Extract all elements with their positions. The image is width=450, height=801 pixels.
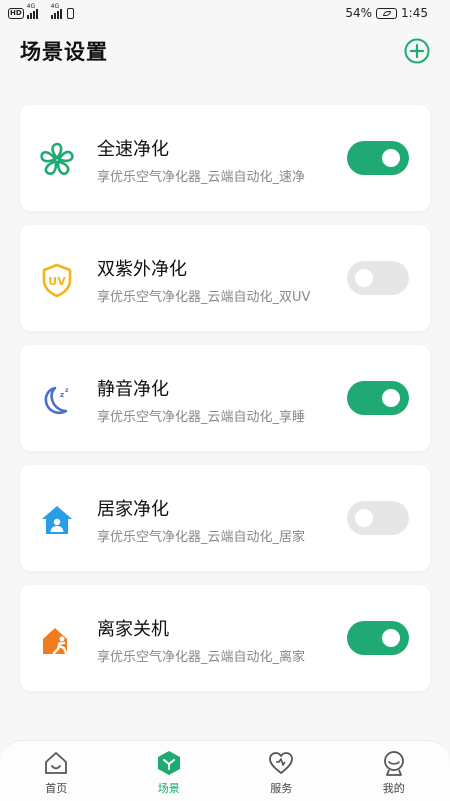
nav-item-scene[interactable]: 场景: [113, 741, 226, 801]
vibrate-icon: [67, 8, 74, 19]
svg-text:UV: UV: [48, 275, 66, 288]
nav-label: 首页: [45, 780, 67, 796]
toggle-knob: [382, 389, 400, 407]
scene-card[interactable]: z z 静音净化 享优乐空气净化器_云端自动化_享睡: [20, 345, 430, 451]
leave-home-icon: [38, 621, 76, 659]
scene-card[interactable]: 离家关机 享优乐空气净化器_云端自动化_离家: [20, 585, 430, 691]
nav-item-home[interactable]: 首页: [0, 741, 113, 801]
battery-icon: [376, 8, 397, 19]
nav-item-service[interactable]: 服务: [225, 741, 338, 801]
scene-title: 双紫外净化: [97, 255, 187, 281]
add-icon[interactable]: [404, 38, 430, 64]
heart-icon: [267, 749, 295, 777]
battery-percent: 54%: [345, 6, 372, 20]
signal-icon: 4G: [27, 7, 38, 19]
nav-label: 我的: [383, 780, 405, 796]
scene-subtitle: 享优乐空气净化器_云端自动化_双UV: [97, 286, 310, 305]
page-title: 场景设置: [20, 36, 108, 66]
moon-sleep-icon: z z: [38, 381, 76, 419]
scene-subtitle: 享优乐空气净化器_云端自动化_速净: [97, 166, 305, 185]
scene-subtitle: 享优乐空气净化器_云端自动化_离家: [97, 646, 305, 665]
home-person-icon: [38, 501, 76, 539]
scene-card[interactable]: UV 双紫外净化 享优乐空气净化器_云端自动化_双UV: [20, 225, 430, 331]
nav-label: 场景: [158, 780, 180, 796]
bottom-nav: 首页 场景 服务 我的: [0, 740, 450, 801]
network-type: 4G: [27, 3, 35, 10]
scene-subtitle: 享优乐空气净化器_云端自动化_居家: [97, 526, 305, 545]
signal-icon: 4G: [51, 7, 62, 19]
home-icon: [42, 749, 70, 777]
nav-label: 服务: [270, 780, 292, 796]
svg-text:z: z: [60, 391, 64, 399]
scene-title: 离家关机: [97, 615, 169, 641]
scene-title: 全速净化: [97, 135, 169, 161]
status-bar: HD 4G 4G 54% 1:45: [0, 0, 450, 28]
scene-toggle[interactable]: [347, 261, 409, 295]
fan-icon: [38, 141, 76, 179]
scene-toggle[interactable]: [347, 501, 409, 535]
scene-toggle[interactable]: [347, 621, 409, 655]
scene-toggle[interactable]: [347, 381, 409, 415]
toggle-knob: [355, 509, 373, 527]
scene-subtitle: 享优乐空气净化器_云端自动化_享睡: [97, 406, 305, 425]
svg-text:z: z: [65, 387, 69, 394]
toggle-knob: [355, 269, 373, 287]
scene-title: 静音净化: [97, 375, 169, 401]
scene-list: 全速净化 享优乐空气净化器_云端自动化_速净 UV 双紫外净化 享优乐空气净化器…: [20, 105, 430, 705]
network-type: 4G: [51, 3, 59, 10]
toggle-knob: [382, 629, 400, 647]
nav-item-profile[interactable]: 我的: [338, 741, 450, 801]
scene-title: 居家净化: [97, 495, 169, 521]
profile-icon: [380, 749, 408, 777]
clock: 1:45: [401, 6, 428, 20]
uv-shield-icon: UV: [38, 261, 76, 299]
toggle-knob: [382, 149, 400, 167]
scene-card[interactable]: 全速净化 享优乐空气净化器_云端自动化_速净: [20, 105, 430, 211]
scene-icon: [155, 749, 183, 777]
status-left: HD 4G 4G: [8, 5, 74, 21]
scene-card[interactable]: 居家净化 享优乐空气净化器_云端自动化_居家: [20, 465, 430, 571]
hd-badge: HD: [8, 8, 24, 19]
status-right: 54% 1:45: [345, 6, 428, 20]
scene-toggle[interactable]: [347, 141, 409, 175]
